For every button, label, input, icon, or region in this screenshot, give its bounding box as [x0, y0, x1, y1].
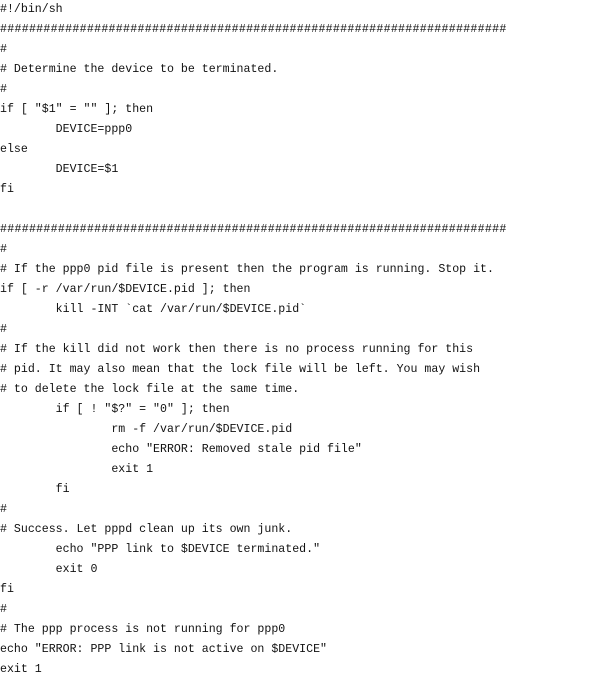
comment-line: # to delete the lock file at the same ti…	[0, 383, 300, 396]
code-line: exit 0	[0, 563, 98, 576]
code-line: rm -f /var/run/$DEVICE.pid	[0, 423, 293, 436]
code-line: echo "ERROR: PPP link is not active on $…	[0, 643, 327, 656]
comment-line: #	[0, 603, 7, 616]
hash-rule-divider: ########################################…	[0, 223, 507, 236]
comment-line: #	[0, 243, 7, 256]
code-line: DEVICE=ppp0	[0, 123, 133, 136]
code-line: echo "PPP link to $DEVICE terminated."	[0, 543, 321, 556]
comment-line: # Success. Let pppd clean up its own jun…	[0, 523, 293, 536]
code-line: kill -INT `cat /var/run/$DEVICE.pid`	[0, 303, 307, 316]
code-line: if [ -r /var/run/$DEVICE.pid ]; then	[0, 283, 251, 296]
comment-line: #	[0, 83, 7, 96]
code-line: fi	[0, 483, 70, 496]
comment-line: # The ppp process is not running for ppp…	[0, 623, 286, 636]
comment-line: #	[0, 43, 7, 56]
code-line: echo "ERROR: Removed stale pid file"	[0, 443, 362, 456]
comment-line: # If the kill did not work then there is…	[0, 343, 474, 356]
comment-line: #	[0, 503, 7, 516]
code-line: exit 1	[0, 463, 154, 476]
code-line: else	[0, 143, 28, 156]
comment-line: #	[0, 323, 7, 336]
code-line: fi	[0, 583, 14, 596]
code-line: exit 1	[0, 663, 42, 676]
comment-line: # If the ppp0 pid file is present then t…	[0, 263, 494, 276]
shell-script-listing: #!/bin/sh ###############################…	[0, 0, 605, 680]
code-line: if [ "$1" = "" ]; then	[0, 103, 154, 116]
code-line: fi	[0, 183, 14, 196]
hash-rule-divider: ########################################…	[0, 23, 507, 36]
code-line: if [ ! "$?" = "0" ]; then	[0, 403, 230, 416]
code-line: DEVICE=$1	[0, 163, 119, 176]
comment-line: # Determine the device to be terminated.	[0, 63, 279, 76]
shebang-line: #!/bin/sh	[0, 3, 63, 16]
comment-line: # pid. It may also mean that the lock fi…	[0, 363, 481, 376]
